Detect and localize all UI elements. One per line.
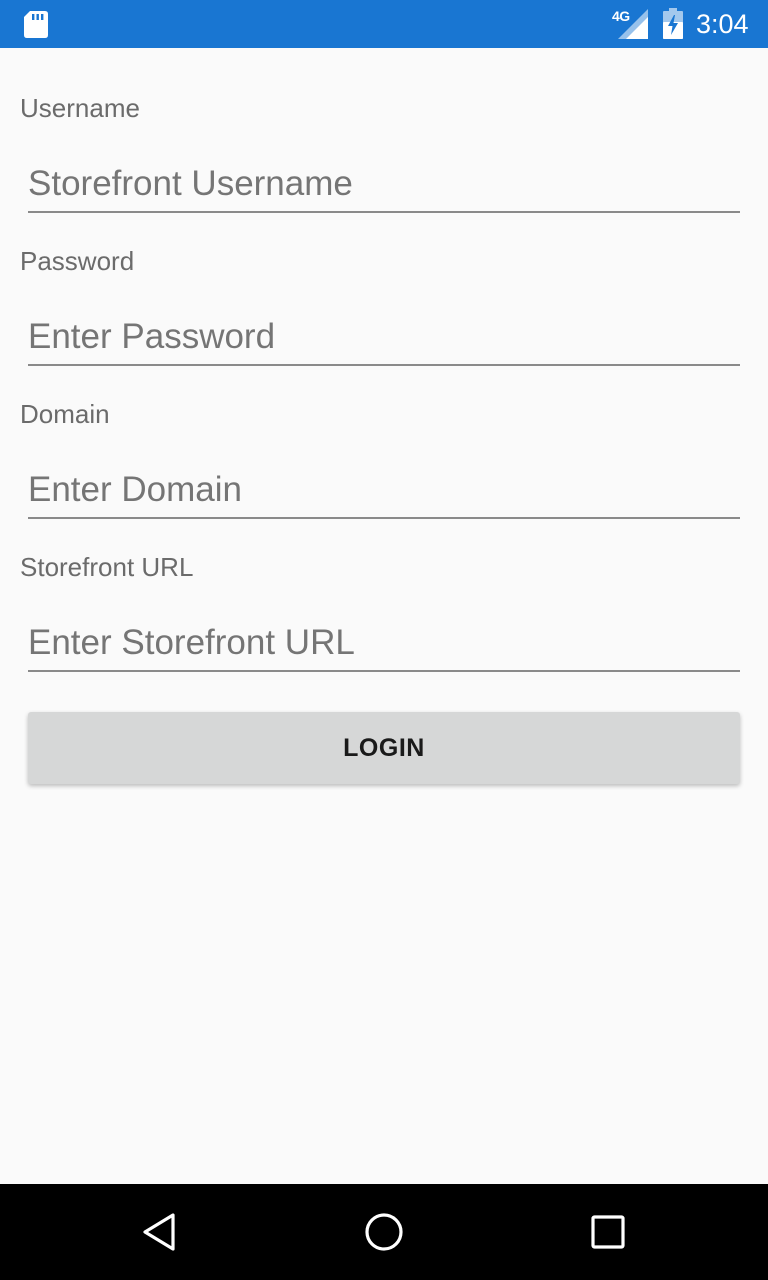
username-input[interactable]	[28, 157, 740, 213]
recents-square-icon[interactable]	[584, 1208, 632, 1256]
cell-signal-icon	[618, 9, 648, 39]
status-clock: 3:04	[696, 9, 749, 39]
back-triangle-icon[interactable]	[136, 1208, 184, 1256]
password-label: Password	[20, 246, 135, 276]
login-button[interactable]: LOGIN	[28, 712, 740, 784]
battery-charging-icon	[663, 8, 683, 39]
status-bar: 4G 3:04	[0, 0, 768, 48]
login-form: Username Password Domain Storefront URL …	[0, 48, 768, 1184]
domain-input[interactable]	[28, 463, 740, 519]
sd-card-icon	[24, 11, 48, 38]
storefront-url-label: Storefront URL	[20, 552, 194, 582]
storefront-url-input[interactable]	[28, 616, 740, 672]
domain-label: Domain	[20, 399, 110, 429]
home-circle-icon[interactable]	[360, 1208, 408, 1256]
username-label: Username	[20, 93, 140, 123]
password-input[interactable]	[28, 310, 740, 366]
navigation-bar	[0, 1184, 768, 1280]
